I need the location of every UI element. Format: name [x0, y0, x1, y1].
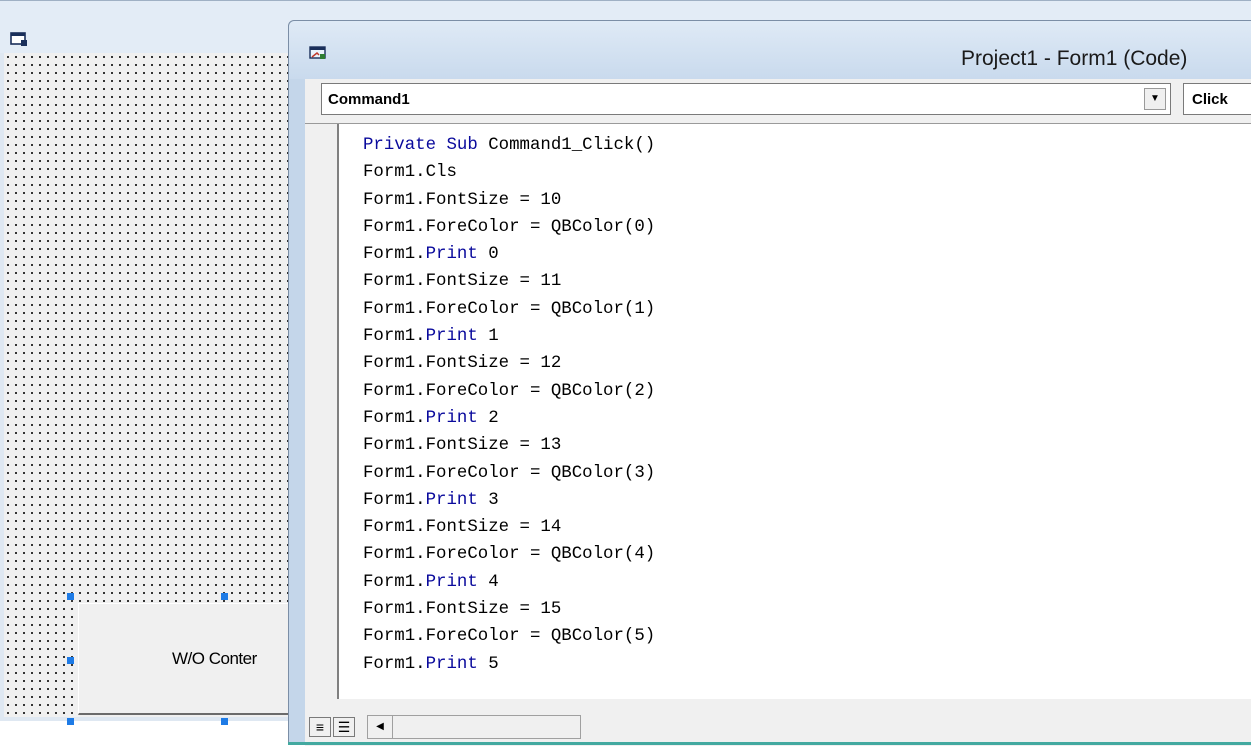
code-text: Command1_Click() [477, 136, 656, 155]
combo-bar: Command1 ▼ Click [305, 79, 1251, 123]
code-line[interactable]: Form1.ForeColor = QBColor(2) [363, 378, 655, 405]
code-lines: Private Sub Command1_Click() Form1.Cls For… [363, 132, 655, 678]
code-window: Project1 - Form1 (Code) Command1 ▼ Click… [288, 20, 1251, 746]
code-text: Form1.ForeColor = QBColor(1) [363, 299, 656, 319]
code-line[interactable]: Form1.ForeColor = QBColor(3) [363, 460, 655, 487]
code-text: Form1.FontSize = 13 [363, 436, 562, 456]
code-line[interactable]: Form1.Cls [363, 159, 655, 186]
code-text: 2 [477, 408, 499, 428]
code-text: 0 [477, 245, 499, 265]
object-dropdown[interactable]: Command1 ▼ [321, 83, 1171, 115]
code-text: Form1.ForeColor = QBColor(5) [363, 627, 656, 647]
code-text: 5 [477, 654, 499, 674]
code-text: Form1.Cls [363, 163, 457, 183]
code-text: Form1.ForeColor = QBColor(4) [363, 545, 656, 565]
code-line[interactable]: Form1.FontSize = 11 [363, 268, 655, 295]
code-text: 4 [477, 572, 499, 592]
code-window-titlebar[interactable]: Project1 - Form1 (Code) [289, 21, 1251, 79]
code-line[interactable]: Form1.ForeColor = QBColor(0) [363, 214, 655, 241]
code-text: Form1. [363, 654, 426, 674]
code-text: Form1.ForeColor = QBColor(2) [363, 381, 656, 401]
horizontal-scrollbar[interactable]: ◀ [367, 715, 581, 739]
code-editor[interactable]: Private Sub Command1_Click() Form1.Cls For… [305, 123, 1251, 699]
code-text: Form1.FontSize = 11 [363, 272, 562, 292]
code-line[interactable]: Form1.FontSize = 10 [363, 187, 655, 214]
code-line[interactable]: Form1.FontSize = 12 [363, 350, 655, 377]
code-window-icon [309, 46, 326, 59]
selection-handle[interactable] [67, 593, 74, 600]
code-line[interactable]: Form1.Print 3 [363, 487, 655, 514]
code-keyword: Private Sub [363, 136, 478, 155]
code-window-bottom-bar: ≡ ☰ ◀ [305, 699, 1251, 746]
code-text: Form1. [363, 490, 426, 510]
code-line[interactable]: Form1.Print 5 [363, 651, 655, 678]
code-window-title: Project1 - Form1 (Code) [961, 47, 1188, 70]
form-window-icon [10, 32, 27, 46]
code-text: 3 [477, 490, 499, 510]
code-text: Form1. [363, 245, 426, 265]
full-module-view-button[interactable]: ☰ [333, 717, 355, 737]
code-text: Form1.FontSize = 14 [363, 518, 562, 538]
code-text: Form1. [363, 408, 426, 428]
code-line[interactable]: Form1.ForeColor = QBColor(4) [363, 541, 655, 568]
code-line[interactable]: Form1.FontSize = 13 [363, 432, 655, 459]
code-line[interactable]: Form1.Print 4 [363, 569, 655, 596]
procedure-dropdown-value: Click [1192, 91, 1228, 108]
code-line[interactable]: Form1.ForeColor = QBColor(1) [363, 296, 655, 323]
code-keyword: Print [425, 572, 478, 592]
selection-handle[interactable] [67, 718, 74, 725]
object-dropdown-value: Command1 [328, 91, 410, 108]
code-keyword: Print [425, 654, 478, 674]
code-text: Form1.ForeColor = QBColor(3) [363, 463, 656, 483]
selection-handle[interactable] [67, 657, 74, 664]
code-margin-indicator-bar[interactable] [305, 124, 339, 699]
form-bottom-border [0, 717, 300, 721]
command1-caption: W/O Conter [172, 649, 257, 668]
code-line[interactable]: Private Sub Command1_Click() [363, 132, 655, 159]
selection-handle[interactable] [221, 718, 228, 725]
code-line[interactable]: Form1.Print 2 [363, 405, 655, 432]
code-line[interactable]: Form1.FontSize = 15 [363, 596, 655, 623]
code-text: Form1.FontSize = 10 [363, 190, 562, 210]
code-line[interactable]: Form1.Print 0 [363, 241, 655, 268]
code-line[interactable]: Form1.FontSize = 14 [363, 514, 655, 541]
code-line[interactable]: Form1.Print 1 [363, 323, 655, 350]
scroll-left-icon[interactable]: ◀ [368, 716, 393, 738]
procedure-view-button[interactable]: ≡ [309, 717, 331, 737]
code-text: Form1.ForeColor = QBColor(0) [363, 217, 656, 237]
procedure-dropdown[interactable]: Click [1183, 83, 1251, 115]
code-text: Form1.FontSize = 15 [363, 600, 562, 620]
code-line[interactable]: Form1.ForeColor = QBColor(5) [363, 623, 655, 650]
chevron-down-icon[interactable]: ▼ [1144, 88, 1166, 110]
code-text: Form1. [363, 572, 426, 592]
code-keyword: Print [425, 327, 478, 347]
code-keyword: Print [425, 490, 478, 510]
selection-handle[interactable] [221, 593, 228, 600]
code-text: Form1.FontSize = 12 [363, 354, 562, 374]
code-keyword: Print [425, 408, 478, 428]
code-text: Form1. [363, 327, 426, 347]
code-text: 1 [477, 327, 499, 347]
code-keyword: Print [425, 245, 478, 265]
